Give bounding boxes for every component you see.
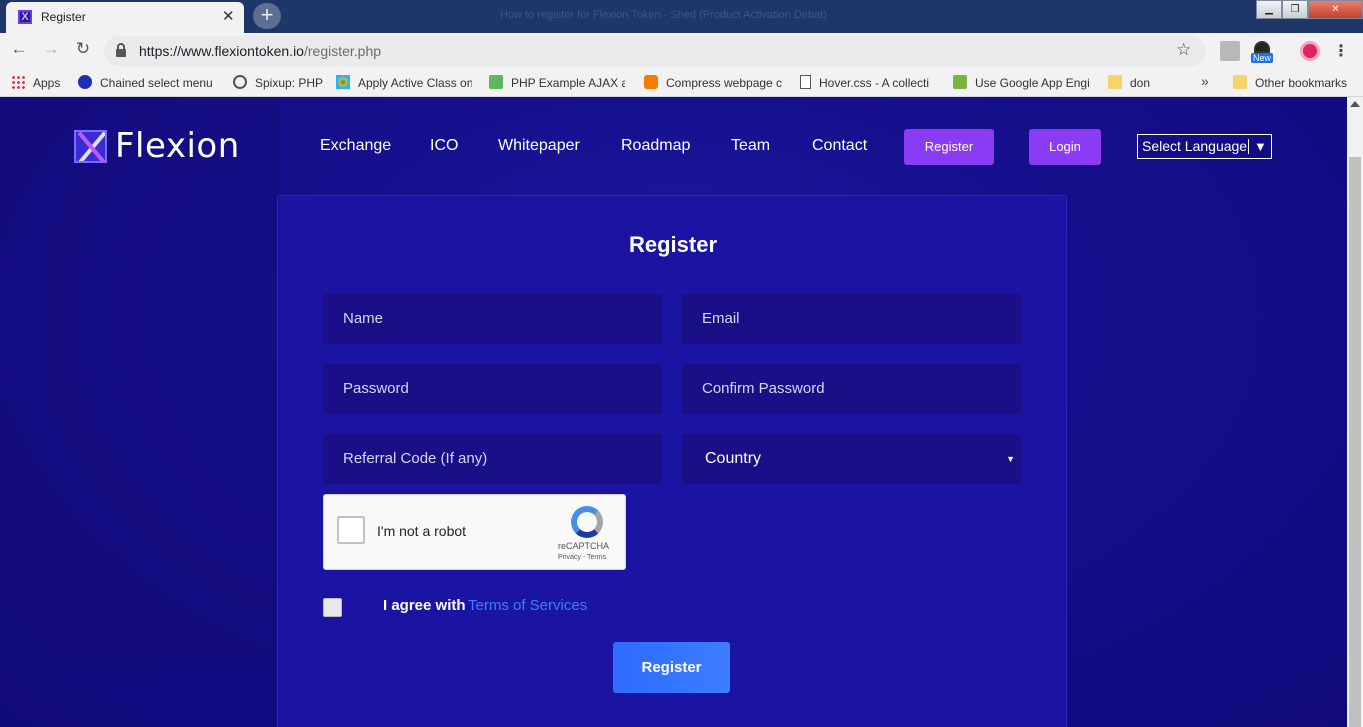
recaptcha-brand: reCAPTCHA [558,541,610,551]
spixup-icon [233,75,247,89]
register-submit-button[interactable]: Register [613,642,730,693]
bookmark-compress-webpage[interactable]: Compress webpage c [644,75,782,90]
browser-toolbar: ← → ↻ https://www.flexiontoken.io/regist… [0,33,1363,69]
nav-login-button[interactable]: Login [1029,129,1101,165]
tab-close-icon[interactable]: ✕ [222,7,235,25]
tab-title: Register [41,10,86,24]
bookmarks-overflow-chevron[interactable]: » [1201,73,1209,89]
lock-icon [116,43,126,57]
site-logo[interactable]: Flexion [74,126,240,166]
page-viewport: Flexion Exchange ICO Whitepaper Roadmap … [0,97,1363,727]
recaptcha-checkbox[interactable] [337,516,365,544]
nav-team[interactable]: Team [731,137,770,155]
back-arrow-icon[interactable]: ← [8,39,30,59]
bookmarks-bar: Apps Chained select menu Spixup: PHP App… [0,69,1363,97]
agree-text: I agree with [383,597,466,614]
window-title: How to register for Flexion Token - Shed… [500,9,827,21]
agree-terms-checkbox[interactable] [323,598,342,617]
bookmark-spixup[interactable]: Spixup: PHP [233,75,325,90]
address-bar[interactable]: https://www.flexiontoken.io/register.php… [104,36,1206,66]
recaptcha-privacy-terms[interactable]: Privacy - Terms [558,554,606,561]
terms-of-services-link[interactable]: Terms of Services [468,597,587,614]
browser-tab[interactable]: X Register ✕ [6,2,244,33]
country-select[interactable]: Country ▼ [682,434,1021,484]
folder-icon [1108,75,1122,89]
maximize-button[interactable]: ❐ [1282,0,1308,19]
new-tab-button[interactable]: + [253,3,281,29]
scroll-up-arrow-icon[interactable] [1350,101,1360,107]
extension-new-icon[interactable]: New [1251,41,1274,63]
confirm-password-input[interactable]: Confirm Password [682,364,1021,414]
extension-record-icon[interactable] [1300,41,1320,61]
bookmark-folder-don[interactable]: don [1108,75,1168,90]
nav-register-button[interactable]: Register [904,129,994,165]
extension-puzzle-icon[interactable] [1220,41,1240,61]
language-label: Select Language [1142,138,1248,154]
browser-titlebar: X Register ✕ + How to register for Flexi… [0,0,1363,33]
password-input[interactable]: Password [323,364,662,414]
name-input[interactable]: Name [323,294,662,344]
language-select[interactable]: Select Language ▼ [1137,134,1272,159]
nav-exchange[interactable]: Exchange [320,137,391,155]
background-shade [0,97,280,662]
register-form-card: Register Name Email Password Confirm Pas… [277,195,1067,727]
bookmark-star-icon[interactable]: ☆ [1176,40,1191,60]
recaptcha-logo-icon [571,506,603,538]
blogger-icon [644,75,658,89]
apps-grid-icon [11,75,25,89]
scroll-thumb[interactable] [1349,157,1361,727]
flexion-favicon-icon: X [18,10,32,24]
recaptcha-widget: I'm not a robot reCAPTCHA Privacy - Term… [323,494,626,570]
logo-text: Flexion [115,126,240,166]
recaptcha-label: I'm not a robot [377,523,467,539]
form-title: Register [628,232,718,257]
window-close-button[interactable]: ✕ [1308,0,1363,19]
bookmark-php-ajax[interactable]: PHP Example AJAX an [489,75,625,90]
nav-ico[interactable]: ICO [430,137,458,155]
referral-code-input[interactable]: Referral Code (If any) [323,434,662,484]
reload-icon[interactable]: ↻ [72,39,94,59]
window-controls: ▁ ❐ ✕ [1256,0,1363,19]
bookmark-other-bookmarks[interactable]: Other bookmarks [1233,75,1353,90]
country-caret-icon: ▼ [1006,454,1015,464]
php-icon [489,75,503,89]
bookmark-hover-css[interactable]: Hover.css - A collecti [800,75,936,90]
browser-menu-icon[interactable]: ⋮ [1333,41,1349,61]
language-separator [1248,139,1249,154]
minimize-button[interactable]: ▁ [1256,0,1282,19]
nav-roadmap[interactable]: Roadmap [621,137,690,155]
lh-icon [953,75,967,89]
forward-arrow-icon[interactable]: → [40,39,62,59]
country-value: Country [705,450,762,467]
dropdown-arrow-icon: ▼ [1254,139,1267,154]
bookmark-active-class[interactable]: Apply Active Class on [336,75,472,90]
nav-whitepaper[interactable]: Whitepaper [498,137,580,155]
d-logo-icon [78,75,92,89]
nav-contact[interactable]: Contact [812,137,867,155]
bookmark-google-app-engine[interactable]: Use Google App Engi [953,75,1089,90]
gear-flower-icon [336,75,350,89]
email-input[interactable]: Email [682,294,1021,344]
page-scrollbar[interactable] [1347,97,1363,727]
bookmark-chained-select[interactable]: Chained select menu [78,75,214,90]
url-text: https://www.flexiontoken.io/register.php [139,43,382,59]
folder-icon [1233,75,1247,89]
page-icon [800,75,811,89]
bookmark-apps[interactable]: Apps [11,75,71,90]
flexion-logo-icon [74,129,107,163]
